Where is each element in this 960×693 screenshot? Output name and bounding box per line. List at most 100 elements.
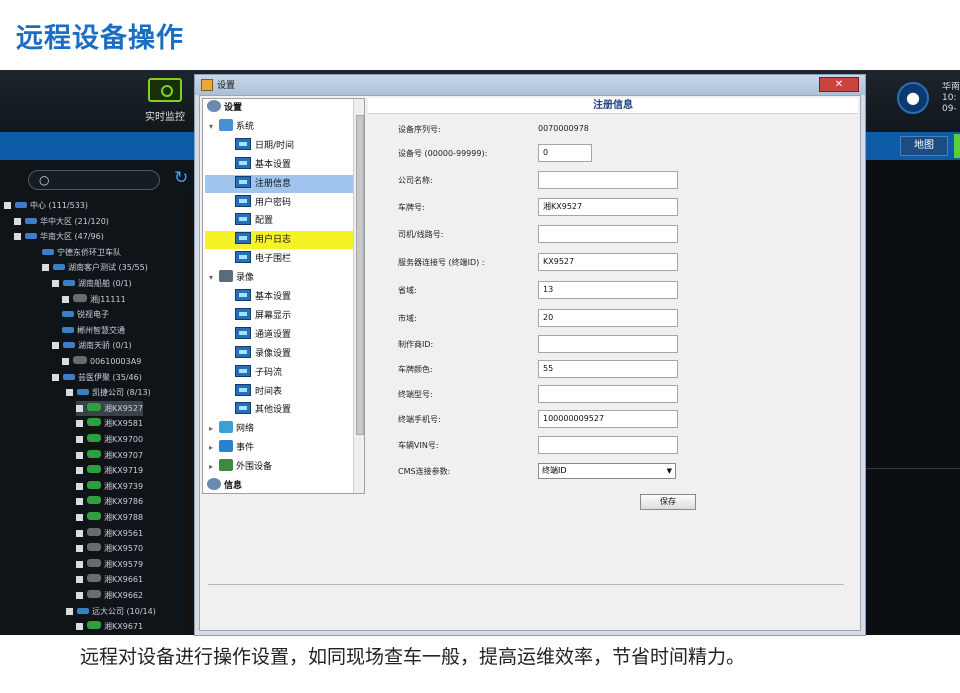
expand-box-icon[interactable]	[4, 202, 11, 209]
nav-group-item[interactable]: 信息	[207, 477, 353, 493]
expand-box-icon[interactable]	[42, 264, 49, 272]
cms-param-select[interactable]: 终端ID ▼	[538, 463, 676, 479]
realtime-monitor-button[interactable]: 实时监控	[140, 74, 190, 130]
expand-caret-icon[interactable]: ▸	[209, 458, 219, 476]
tree-node[interactable]: 湘KX9719	[76, 463, 143, 478]
expand-caret-icon[interactable]: ▾	[209, 118, 219, 136]
nav-leaf-item[interactable]: 录像设置	[205, 345, 353, 363]
tree-node[interactable]: 湘KX9788	[76, 510, 143, 525]
nav-leaf-item[interactable]: 基本设置	[205, 156, 353, 174]
nav-leaf-item[interactable]: 日期/时间	[205, 137, 353, 155]
tree-node[interactable]: 凯捷公司 (8/13)	[66, 385, 151, 400]
search-input[interactable]: ○	[28, 170, 160, 190]
text-field[interactable]	[538, 436, 678, 454]
tree-node[interactable]: 华中大区 (21/120)	[14, 214, 109, 229]
expand-box-icon[interactable]	[66, 389, 73, 397]
refresh-icon[interactable]: ↻	[174, 168, 188, 188]
tree-node[interactable]: 湘KX9671	[76, 619, 143, 634]
nav-leaf-item[interactable]: 电子围栏	[205, 250, 353, 268]
tree-node[interactable]: 郴州智慧交通	[62, 323, 125, 338]
tree-node[interactable]: 湘KX9662	[76, 588, 143, 603]
tree-node[interactable]: 宁德东侨环卫车队	[42, 245, 121, 260]
nav-group-item[interactable]: ▸ 外围设备	[209, 458, 353, 476]
tree-node[interactable]: 锐视电子	[62, 307, 109, 322]
nav-leaf-item[interactable]: 屏幕显示	[205, 307, 353, 325]
expand-box-icon[interactable]	[52, 280, 59, 287]
nav-scroll-thumb[interactable]	[356, 115, 364, 435]
nav-group-item[interactable]: ▾ 录像	[209, 269, 353, 287]
expand-box-icon[interactable]	[52, 373, 59, 381]
nav-group-item[interactable]: ▸ 网络	[209, 420, 353, 438]
tree-node[interactable]: 湘KX9570	[76, 541, 143, 556]
expand-caret-icon[interactable]: ▸	[209, 420, 219, 438]
tree-node[interactable]: 湘KX9786	[76, 494, 143, 509]
nav-leaf-item[interactable]: 基本设置	[205, 288, 353, 306]
expand-box-icon[interactable]	[62, 295, 69, 303]
tree-node[interactable]: 湘j11111	[62, 292, 126, 307]
text-field[interactable]: 55	[538, 360, 678, 378]
tree-node[interactable]: 湘KX9561	[76, 526, 143, 541]
nav-leaf-item[interactable]: 子码流	[205, 364, 353, 382]
tree-node[interactable]: 华南大区 (47/96)	[14, 229, 104, 244]
text-field[interactable]	[538, 335, 678, 353]
text-field[interactable]: 13	[538, 281, 678, 299]
nav-leaf-item[interactable]: 通道设置	[205, 326, 353, 344]
expand-box-icon[interactable]	[76, 592, 83, 599]
map-button[interactable]: 地图	[900, 136, 948, 156]
tree-node[interactable]: 湘KX9579	[76, 557, 143, 572]
tree-node[interactable]: 远大公司 (10/14)	[66, 604, 156, 619]
expand-box-icon[interactable]	[76, 623, 83, 631]
tree-node[interactable]: 00610003A9	[62, 354, 141, 369]
green-tab-edge[interactable]	[954, 134, 960, 158]
tree-node[interactable]: 湘KX9661	[76, 572, 143, 587]
expand-box-icon[interactable]	[14, 233, 21, 241]
close-button[interactable]: ✕	[819, 77, 859, 92]
text-field[interactable]: 20	[538, 309, 678, 327]
expand-box-icon[interactable]	[76, 404, 83, 412]
dialog-titlebar[interactable]: 设置 ✕	[195, 75, 865, 95]
text-field[interactable]: 0	[538, 144, 592, 162]
tree-node[interactable]: 中心 (111/533)	[4, 198, 88, 213]
expand-caret-icon[interactable]: ▸	[209, 439, 219, 457]
nav-leaf-item[interactable]: 时间表	[205, 383, 353, 401]
nav-leaf-item[interactable]: 注册信息	[205, 174, 353, 193]
text-field[interactable]: 湘KX9527	[538, 198, 678, 216]
nav-group-item[interactable]: ▾ 系统	[209, 118, 353, 136]
expand-box-icon[interactable]	[76, 560, 83, 568]
save-button[interactable]: 保存	[640, 494, 696, 510]
expand-box-icon[interactable]	[76, 436, 83, 443]
nav-leaf-item[interactable]: 其他设置	[205, 401, 353, 419]
user-avatar-icon[interactable]: ●	[897, 82, 929, 114]
expand-caret-icon[interactable]: ▾	[209, 269, 219, 287]
tree-node[interactable]: 湘KX9700	[76, 432, 143, 447]
expand-box-icon[interactable]	[14, 217, 21, 225]
text-field[interactable]	[538, 171, 678, 189]
text-field[interactable]: 100000009527	[538, 410, 678, 428]
tree-node[interactable]: 芸医伊聚 (35/46)	[52, 370, 142, 385]
expand-box-icon[interactable]	[76, 420, 83, 428]
text-field[interactable]	[538, 385, 678, 403]
tree-node[interactable]: 湖南客户测试 (35/55)	[42, 260, 148, 275]
expand-box-icon[interactable]	[76, 529, 83, 537]
expand-box-icon[interactable]	[76, 482, 83, 490]
nav-leaf-item[interactable]: 配置	[205, 212, 353, 230]
tree-node[interactable]: 湘KX9581	[76, 416, 143, 431]
expand-box-icon[interactable]	[76, 467, 83, 475]
tree-node[interactable]: 湘KX9739	[76, 479, 143, 494]
tree-node[interactable]: 湖南天骄 (0/1)	[52, 338, 132, 353]
expand-box-icon[interactable]	[62, 358, 69, 365]
expand-box-icon[interactable]	[66, 607, 73, 615]
expand-box-icon[interactable]	[52, 342, 59, 350]
tree-node[interactable]: 湘KX9707	[76, 448, 143, 463]
text-field[interactable]	[538, 225, 678, 243]
tree-node[interactable]: 湘KX9527	[76, 400, 144, 416]
expand-box-icon[interactable]	[76, 576, 83, 584]
tree-node[interactable]: 湖南船舶 (0/1)	[52, 276, 132, 291]
dropdown-arrow-icon[interactable]: ▼	[667, 464, 672, 478]
expand-box-icon[interactable]	[76, 498, 83, 506]
nav-leaf-item[interactable]: 用户密码	[205, 194, 353, 212]
expand-box-icon[interactable]	[76, 451, 83, 459]
nav-leaf-item[interactable]: 用户日志	[205, 231, 353, 250]
nav-group-item[interactable]: ▸ 事件	[209, 439, 353, 457]
expand-box-icon[interactable]	[76, 545, 83, 553]
